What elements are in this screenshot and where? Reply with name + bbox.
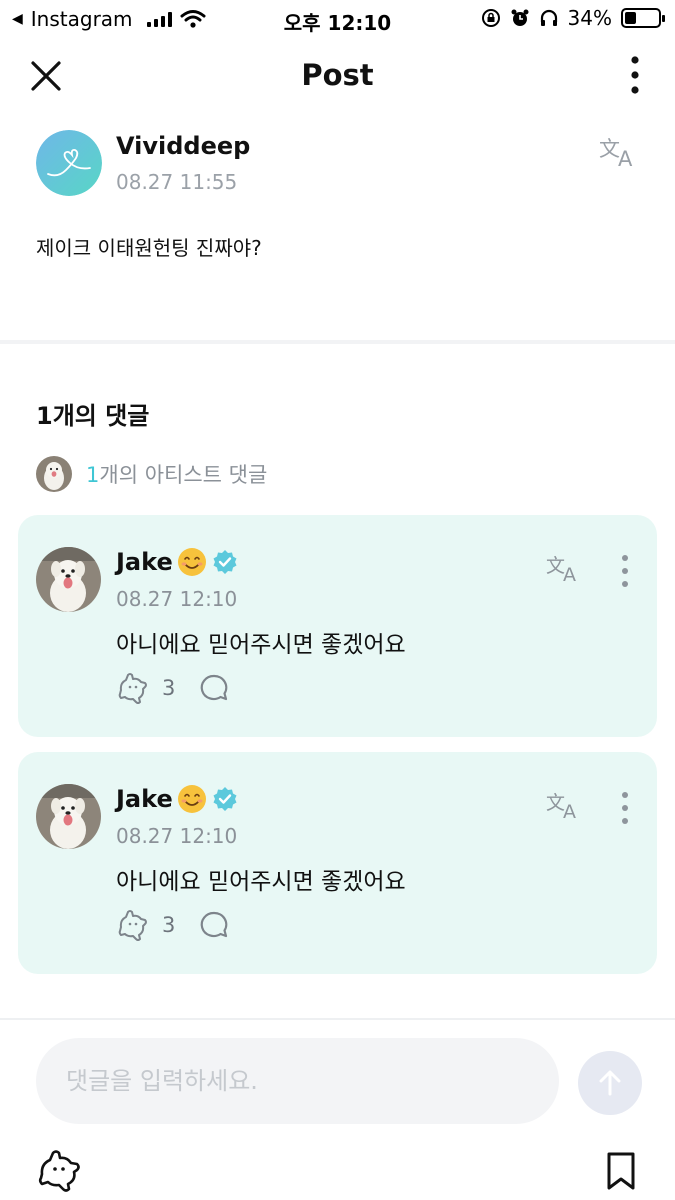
- more-vertical-icon[interactable]: [612, 788, 638, 828]
- send-button[interactable]: [578, 1051, 642, 1115]
- status-bar: ◀ Instagram 오후 12:10 34%: [0, 0, 675, 38]
- verified-badge-icon: [213, 787, 237, 811]
- artist-avatar: [36, 456, 72, 492]
- like-count: 3: [162, 676, 176, 700]
- post-author-name[interactable]: Vividdeep: [116, 132, 250, 160]
- battery-fill: [625, 12, 636, 24]
- artist-comments-filter[interactable]: 1개의 아티스트 댓글: [36, 456, 267, 492]
- post-author-avatar[interactable]: [36, 130, 102, 196]
- more-vertical-icon[interactable]: [618, 54, 652, 98]
- commenter-avatar[interactable]: [36, 547, 101, 612]
- comment-input-container: [36, 1038, 559, 1124]
- comment-input[interactable]: [66, 1038, 536, 1124]
- post-timestamp: 08.27 11:55: [116, 170, 238, 194]
- smiling-face-emoji-icon: [177, 548, 206, 576]
- comment-body: 아니에요 믿어주시면 좋겠어요: [116, 632, 406, 658]
- commenter-name[interactable]: Jake: [116, 548, 173, 576]
- commenter-name[interactable]: Jake: [116, 785, 173, 813]
- alarm-icon: [511, 9, 529, 26]
- composer-divider: [0, 1018, 675, 1020]
- like-icon[interactable]: [116, 908, 150, 942]
- commenter-avatar[interactable]: [36, 784, 101, 849]
- like-icon[interactable]: [36, 1148, 84, 1192]
- translate-icon[interactable]: 文 A: [545, 551, 585, 585]
- comment-card: Jake 08.27 12:10 文 A 아니에요 믿어주시면 좋겠어요 3: [18, 515, 657, 737]
- svg-text:A: A: [563, 801, 576, 822]
- comment-card: Jake 08.27 12:10 文 A 아니에요 믿어주시면 좋겠어요 3: [18, 752, 657, 974]
- section-divider: [0, 340, 675, 344]
- translate-icon[interactable]: 文 A: [545, 788, 585, 822]
- comment-actions: 3: [116, 671, 229, 705]
- comment-actions: 3: [116, 908, 229, 942]
- reply-bubble-icon[interactable]: [199, 673, 229, 703]
- artist-comments-count: 1: [86, 463, 100, 487]
- comment-body: 아니에요 믿어주시면 좋겠어요: [116, 869, 406, 895]
- bookmark-icon[interactable]: [604, 1150, 638, 1192]
- like-icon[interactable]: [116, 671, 150, 705]
- smiling-face-emoji-icon: [177, 785, 206, 813]
- commenter-name-row: Jake: [116, 784, 239, 814]
- send-arrow-icon: [599, 1070, 621, 1096]
- orientation-lock-icon: [481, 9, 500, 27]
- post-body: 제이크 이태원헌팅 진짜야?: [36, 236, 262, 260]
- page-title: Post: [301, 58, 374, 92]
- comment-timestamp: 08.27 12:10: [116, 824, 238, 848]
- battery-icon: [621, 8, 665, 28]
- translate-icon[interactable]: 文 A: [598, 134, 642, 170]
- comments-count-heading: 1개의 댓글: [36, 402, 150, 430]
- more-vertical-icon[interactable]: [612, 551, 638, 591]
- commenter-name-row: Jake: [116, 547, 239, 577]
- comment-timestamp: 08.27 12:10: [116, 587, 238, 611]
- headphones-icon: [540, 9, 557, 26]
- svg-text:文: 文: [599, 137, 620, 161]
- reply-bubble-icon[interactable]: [199, 910, 229, 940]
- artist-comments-text: 개의 아티스트 댓글: [99, 463, 268, 487]
- post-header: Post: [0, 40, 675, 112]
- svg-text:A: A: [618, 147, 633, 170]
- battery-percent: 34%: [567, 6, 612, 30]
- status-right: 34%: [481, 6, 665, 30]
- svg-text:A: A: [563, 564, 576, 585]
- verified-badge-icon: [213, 550, 237, 574]
- like-count: 3: [162, 913, 176, 937]
- artist-comments-label: 1개의 아티스트 댓글: [86, 459, 267, 489]
